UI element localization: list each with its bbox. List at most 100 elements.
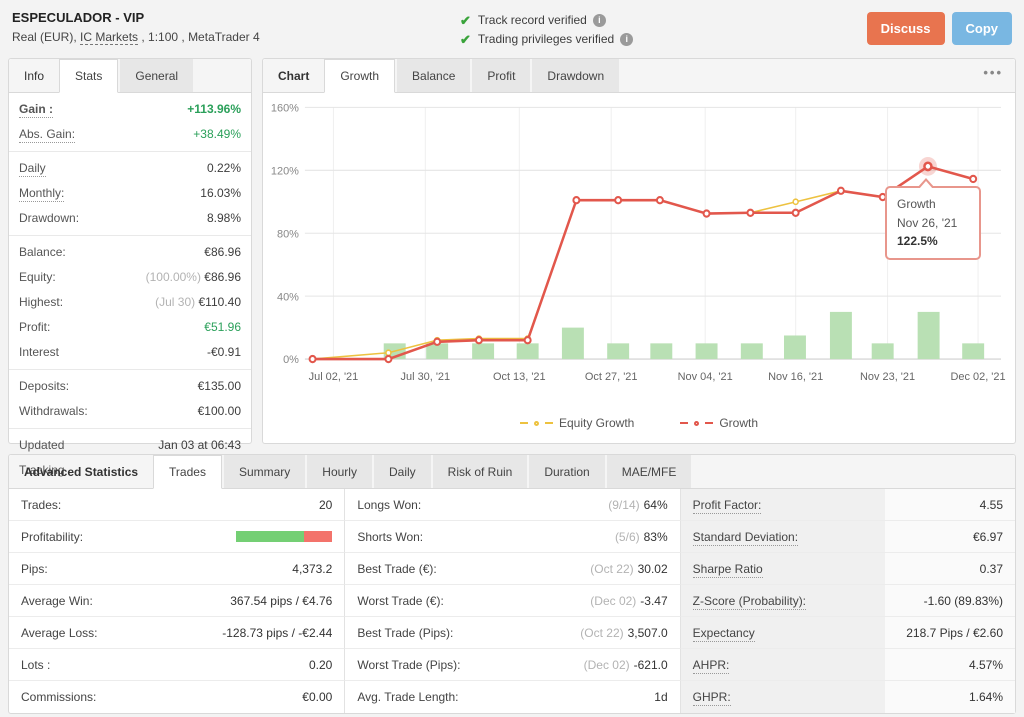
stats-cell: Sharpe Ratio 0.37 (679, 553, 1015, 585)
discuss-button[interactable]: Discuss (866, 12, 945, 45)
tab-trades[interactable]: Trades (153, 455, 222, 489)
tab-summary[interactable]: Summary (223, 455, 306, 488)
stats-cell-label: Commissions: (21, 690, 97, 704)
stats-cell-value: 4.55 (979, 497, 1003, 512)
stat-row: Highest: (Jul 30) €110.40 (9, 290, 251, 315)
tab-stats[interactable]: Stats (59, 59, 119, 93)
main-row: Info Stats General Gain : +113.96% Abs. Gain… (8, 58, 1016, 477)
tab-info[interactable]: Info (9, 59, 59, 92)
stat-group: Gain : +113.96% Abs. Gain: +38.49% (9, 93, 251, 152)
tab-drawdown[interactable]: Drawdown (532, 59, 620, 92)
stats-cell-label: Shorts Won: (357, 529, 424, 544)
stat-label: Withdrawals: (19, 404, 88, 418)
svg-text:160%: 160% (271, 102, 299, 114)
stats-cell-label: Avg. Trade Length: (357, 690, 459, 704)
stats-cell-label: Longs Won: (357, 497, 422, 512)
tab-risk-of-ruin[interactable]: Risk of Ruin (432, 455, 528, 488)
stats-cell: Z-Score (Probability): -1.60 (89.83%) (679, 585, 1015, 617)
chart-tabs: Growth Balance Profit Drawdown (324, 59, 621, 93)
tab-daily[interactable]: Daily (373, 455, 431, 488)
stats-cell-value: 20 (318, 497, 333, 512)
stats-cell: Expectancy 218.7 Pips / €2.60 (679, 617, 1015, 649)
stats-cell-value: (Dec 02) -621.0 (583, 657, 668, 672)
profitability-bar-loss (303, 531, 333, 542)
stats-cell-label: AHPR: (680, 649, 885, 680)
stat-value: 8.98% (206, 211, 241, 225)
tab-growth[interactable]: Growth (324, 59, 396, 93)
svg-text:Dec 02, '21: Dec 02, '21 (951, 371, 1006, 383)
stats-tabstrip-label: Advanced Statistics (24, 465, 139, 479)
trading-privileges-verified-label: Trading privileges verified (477, 32, 615, 46)
growth-chart[interactable]: Jul 02, '21 Jul 30, '21 Oct 13, '21 Oct 27,… (269, 97, 1007, 409)
chart-menu-button[interactable]: ••• (971, 59, 1015, 92)
info-icon[interactable]: i (620, 33, 634, 46)
verification-row: ✔ Trading privileges verified i (460, 30, 634, 49)
stats-cell-label: Best Trade (Pips): (357, 625, 454, 640)
profitability-bar (236, 531, 333, 542)
stat-label: Highest: (19, 295, 64, 309)
chart-tabstrip: Chart Growth Balance Profit Drawdown ••• (263, 59, 1015, 93)
svg-text:40%: 40% (277, 291, 299, 303)
stat-label: Gain : (19, 102, 54, 118)
stats-cell-value: 4,373.2 (292, 561, 333, 576)
advanced-statistics-panel: Advanced Statistics Trades Summary Hourly D… (8, 454, 1016, 714)
stat-value: 16.03% (200, 186, 241, 200)
tab-duration[interactable]: Duration (529, 455, 605, 488)
legend-line (544, 422, 553, 424)
legend-line (680, 422, 689, 424)
stats-cell-label: Pips: (21, 561, 48, 576)
stat-label: Profit: (19, 320, 51, 334)
stat-value-note: (100.00%) (145, 270, 205, 284)
account-subtitle: Real (EUR), IC Markets , 1:100 , MetaTra… (12, 30, 460, 45)
stats-value-note: (Oct 22) (590, 561, 634, 576)
stats-value-note: (9/14) (608, 497, 640, 512)
stats-cell: AHPR: 4.57% (679, 649, 1015, 681)
stats-cell: Shorts Won: (5/6) 83% (344, 521, 680, 553)
stats-cell: Average Loss: -128.73 pips / -€2.44 (9, 617, 345, 649)
tab-general[interactable]: General (120, 59, 194, 92)
verification-badges: ✔ Track record verified i ✔ Trading privileg… (460, 11, 634, 49)
stats-cell: Best Trade (€): (Oct 22) 30.02 (344, 553, 680, 585)
stats-cell: GHPR: 1.64% (679, 681, 1015, 713)
legend-marker-icon (694, 420, 700, 426)
stat-label: Deposits: (19, 379, 70, 393)
stats-cell-label: Sharpe Ratio (680, 553, 885, 584)
tab-mae-mfe[interactable]: MAE/MFE (606, 455, 692, 488)
legend-label: Equity Growth (558, 416, 635, 430)
stat-value: (100.00%) €86.96 (145, 270, 241, 284)
legend-item-growth: Growth (680, 416, 758, 430)
stats-cell: Average Win: 367.54 pips / €4.76 (9, 585, 345, 617)
stat-label: Equity: (19, 270, 56, 284)
legend-line (519, 422, 528, 424)
stat-row: Balance: €86.96 (9, 240, 251, 265)
legend-label: Growth (719, 416, 759, 430)
stats-cell-label: Profitability: (21, 529, 84, 544)
stats-cell: Lots : 0.20 (9, 649, 345, 681)
stats-cell-label: Worst Trade (Pips): (357, 657, 461, 672)
stats-cell-value: 1.64% (968, 690, 1003, 704)
stats-cell-value: (9/14) 64% (608, 497, 668, 512)
info-icon[interactable]: i (592, 14, 606, 27)
tab-hourly[interactable]: Hourly (307, 455, 372, 488)
trades-stats-table: Trades: 20 Longs Won: (9/14) 64% Profit Facto… (9, 489, 1015, 713)
stat-row: Daily 0.22% (9, 156, 251, 181)
page-header: ESPECULADOR - VIP Real (EUR), IC Markets… (0, 0, 1024, 52)
stat-label: Balance: (19, 245, 66, 259)
stats-cell-label: Expectancy (680, 617, 885, 648)
stats-cell-label: Standard Deviation: (680, 521, 885, 552)
svg-text:120%: 120% (271, 165, 299, 177)
stats-cell-value: -1.60 (89.83%) (923, 593, 1003, 608)
broker-link[interactable]: IC Markets (80, 30, 139, 45)
account-summary: ESPECULADOR - VIP Real (EUR), IC Markets… (12, 10, 460, 45)
copy-button[interactable]: Copy (951, 12, 1012, 45)
stat-value: 0.22% (206, 161, 241, 175)
stat-row: Interest -€0.91 (9, 340, 251, 365)
tab-profit[interactable]: Profit (472, 59, 531, 92)
stat-row: Abs. Gain: +38.49% (9, 122, 251, 147)
tab-balance[interactable]: Balance (397, 59, 471, 92)
stat-value: €86.96 (204, 245, 241, 259)
sidebar-stats-list: Gain : +113.96% Abs. Gain: +38.49% Daily 0.22… (9, 93, 251, 487)
stats-cell-value: -128.73 pips / -€2.44 (222, 625, 333, 640)
stats-cell-value: €0.00 (302, 690, 333, 704)
stats-cell-label: Profit Factor: (680, 489, 885, 520)
